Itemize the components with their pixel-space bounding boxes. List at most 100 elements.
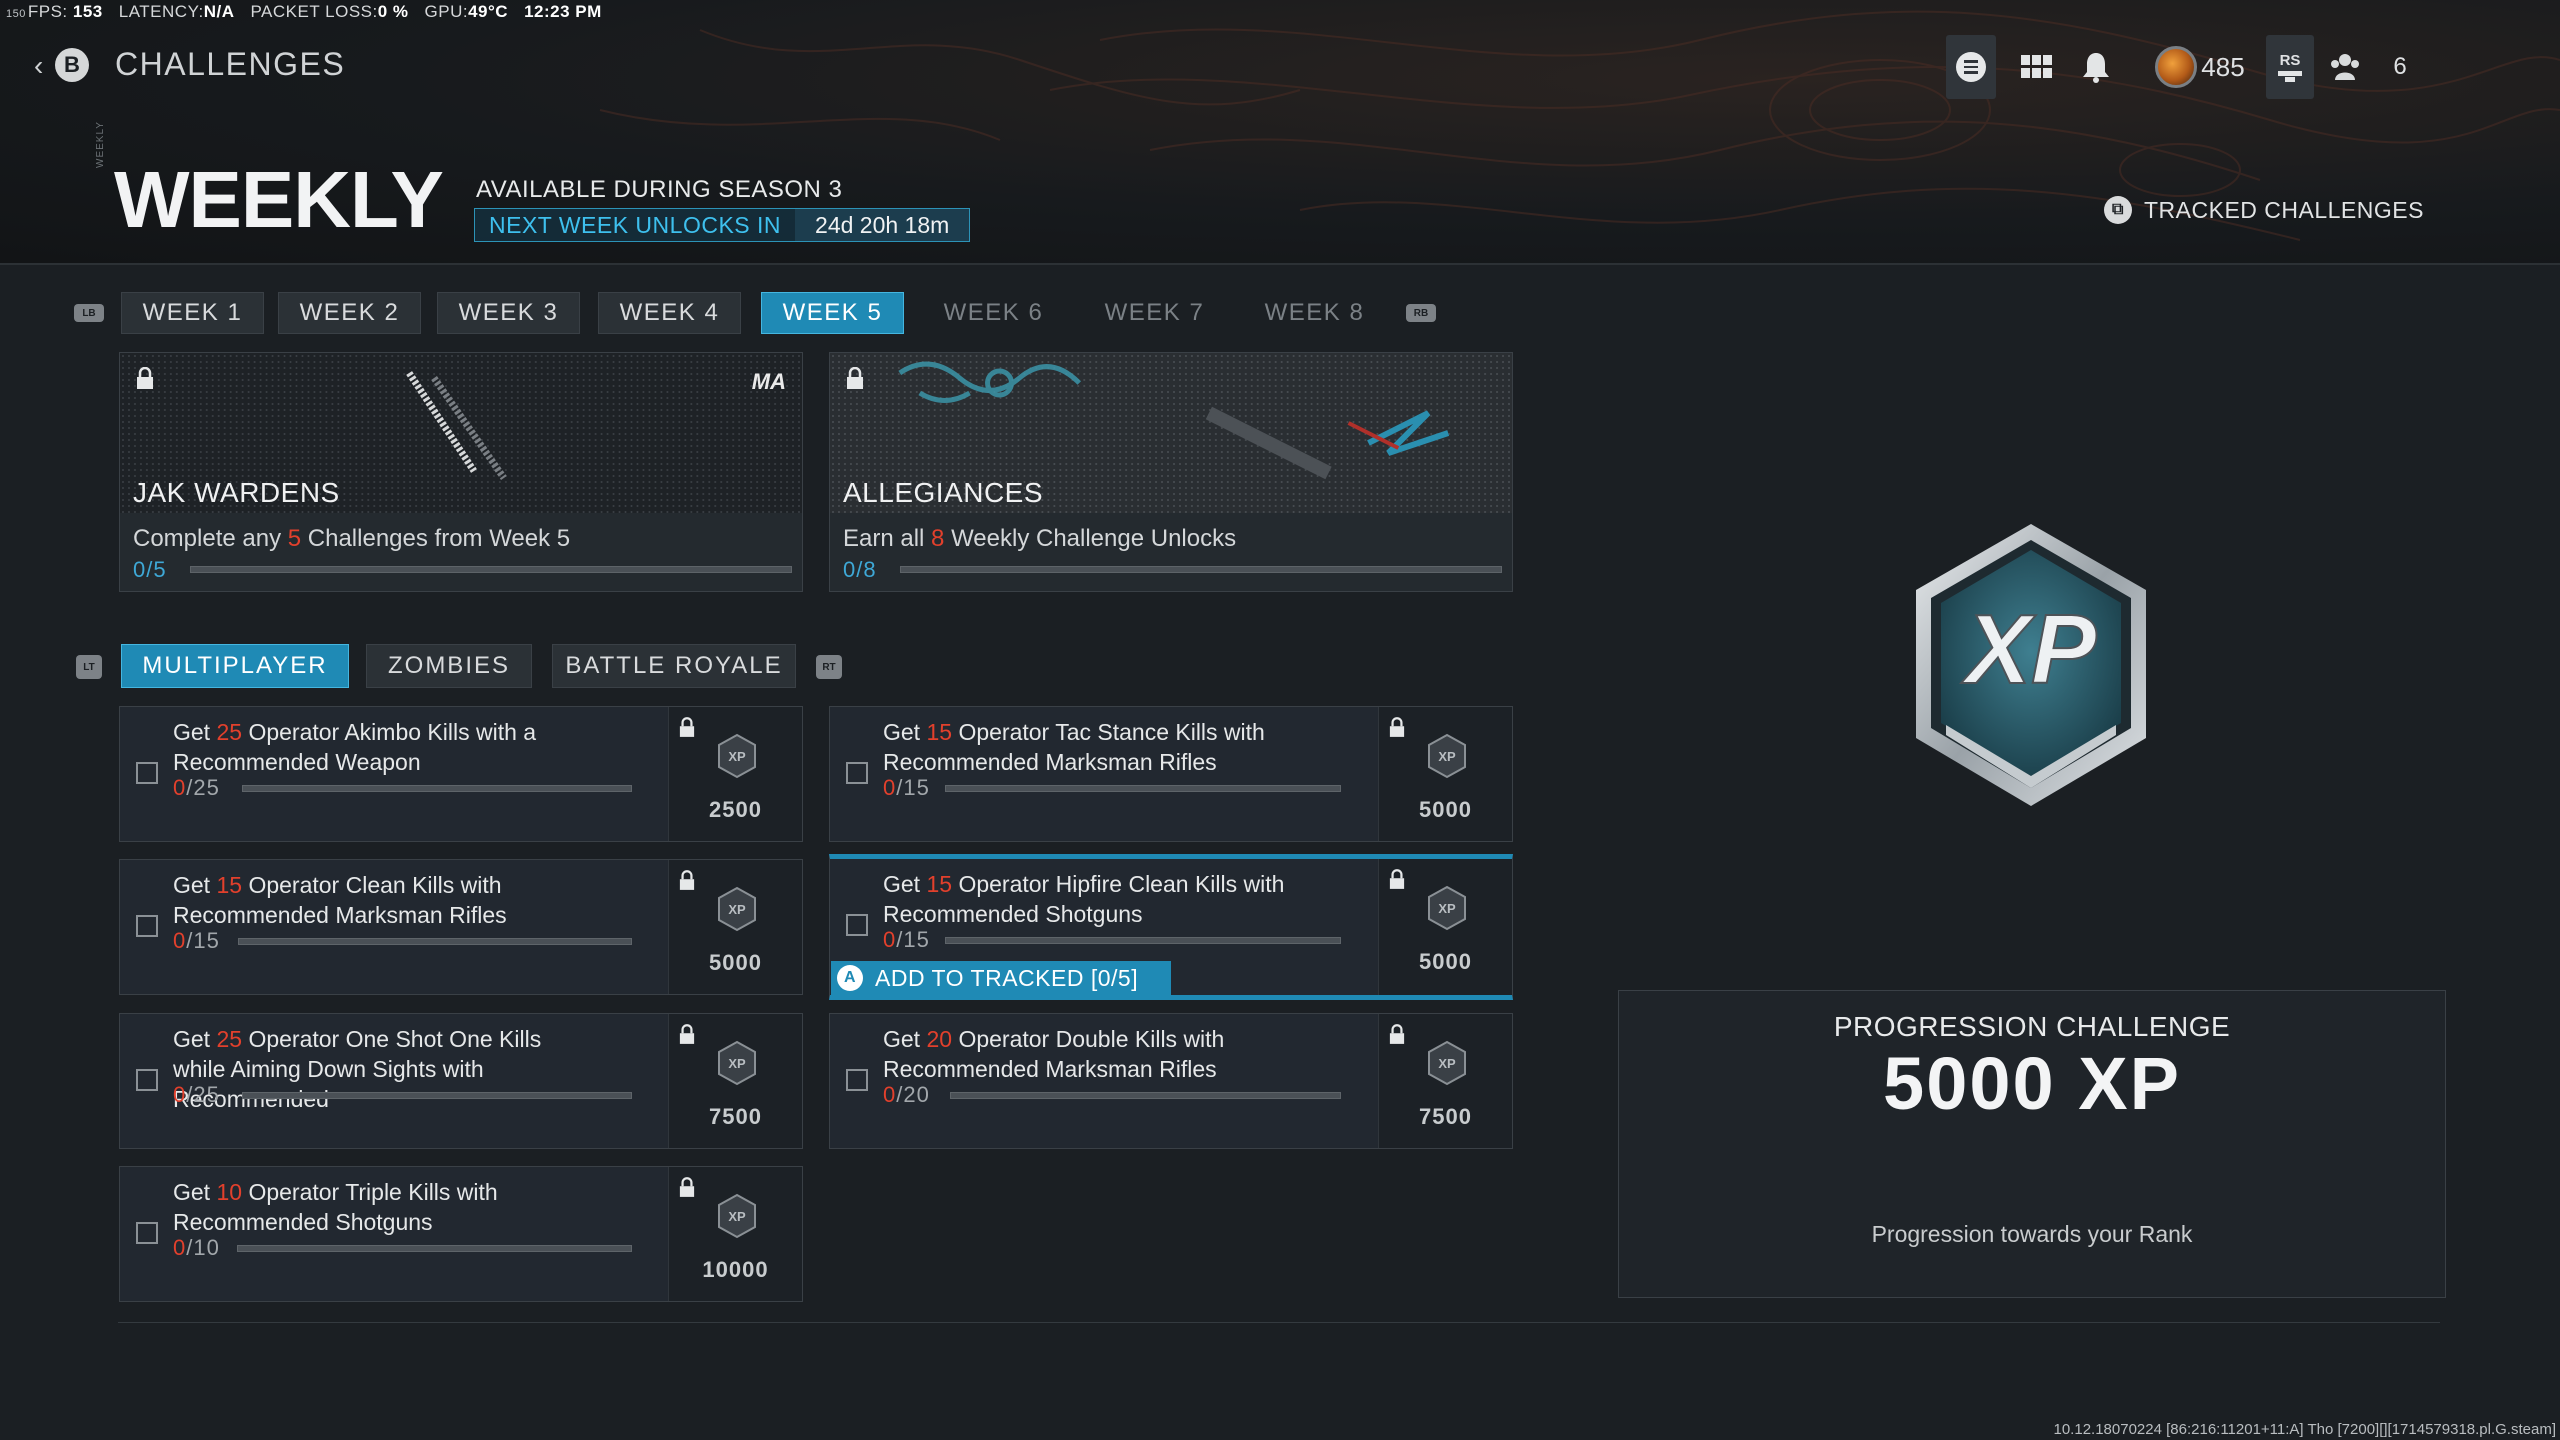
xp-badge-icon: XP [718, 733, 756, 779]
track-checkbox[interactable] [846, 1069, 868, 1091]
side-label: WEEKLY [95, 121, 106, 168]
add-to-tracked-label: ADD TO TRACKED [0/5] [875, 964, 1139, 991]
challenge-progress-bar [945, 937, 1341, 944]
challenge-progress-text: 0/20 [883, 1082, 930, 1107]
add-to-tracked-button[interactable]: A ADD TO TRACKED [0/5] [831, 961, 1171, 995]
tab-multiplayer[interactable]: MULTIPLAYER [121, 644, 349, 688]
challenge-progress-text: 0/15 [883, 775, 930, 800]
lock-icon [1389, 717, 1405, 737]
lock-icon [679, 1177, 695, 1197]
xp-emblem-icon: XP [1916, 524, 2146, 806]
progression-title: PROGRESSION CHALLENGE [1833, 1011, 2231, 1042]
rt-trigger-icon[interactable]: RT [816, 655, 842, 679]
xp-badge-icon: XP [718, 886, 756, 932]
track-checkbox[interactable] [136, 1069, 158, 1091]
lock-icon [1389, 1024, 1405, 1044]
currency-amount: 485 [2201, 51, 2245, 82]
reward-progress-text: 0/5 [133, 557, 167, 582]
challenge-progress-text: 0/15 [883, 927, 930, 952]
challenge-card[interactable]: Get 25 Operator Akimbo Kills with a Reco… [119, 706, 803, 842]
challenge-progress-bar [945, 785, 1341, 792]
xp-badge-icon: XP [1428, 733, 1466, 779]
back-chevron-icon[interactable]: ‹ [34, 50, 43, 82]
lock-icon [679, 1024, 695, 1044]
rs-icon[interactable]: RS [2266, 35, 2314, 99]
track-checkbox[interactable] [846, 762, 868, 784]
emblem-text: XP [1961, 594, 2097, 704]
grid-icon[interactable] [2015, 35, 2059, 99]
track-checkbox[interactable] [136, 1222, 158, 1244]
lock-icon [137, 367, 153, 389]
svg-text:XP: XP [728, 749, 746, 764]
challenge-progress-bar [237, 1245, 632, 1252]
xp-reward-value: 7500 [709, 1104, 762, 1129]
challenge-reward: XP 5000 [668, 860, 802, 994]
tracked-challenges-button[interactable]: ⧉ TRACKED CHALLENGES [2104, 196, 2424, 224]
lock-icon [847, 367, 863, 389]
reward-card-jak-wardens[interactable]: MA JAK WARDENS Complete any 5 Challenges… [119, 352, 803, 592]
challenge-card[interactable]: Get 25 Operator One Shot One Kills while… [119, 1013, 803, 1149]
rb-bumper-icon[interactable]: RB [1406, 304, 1436, 322]
lb-bumper-icon[interactable]: LB [74, 304, 104, 322]
reward-progress-bar [190, 566, 792, 573]
friends-icon[interactable] [2322, 35, 2368, 99]
gpu-value: 49°C [468, 2, 509, 21]
packet-loss-label: PACKET LOSS: [250, 2, 378, 21]
challenge-reward: XP 5000 [1378, 707, 1512, 841]
availability-text: AVAILABLE DURING SEASON 3 [476, 176, 843, 203]
lt-trigger-icon[interactable]: LT [76, 655, 102, 679]
challenge-description: Get 10 Operator Triple Kills with Recomm… [173, 1179, 498, 1235]
fps-value: 153 [72, 2, 103, 21]
challenge-description: Get 25 Operator One Shot One Kills while… [173, 1026, 542, 1112]
xp-reward-value: 7500 [1419, 1104, 1472, 1129]
page-title: CHALLENGES [115, 46, 346, 82]
challenge-card[interactable]: Get 15 Operator Clean Kills with Recomme… [119, 859, 803, 995]
performance-overlay: 150 FPS: 153 LATENCY:N/A PACKET LOSS:0 % GPU… [6, 2, 618, 22]
track-checkbox[interactable] [136, 915, 158, 937]
svg-text:XP: XP [728, 1209, 746, 1224]
challenge-card[interactable]: Get 20 Operator Double Kills with Recomm… [829, 1013, 1513, 1149]
reward-description: Earn all 8 Weekly Challenge Unlocks [843, 525, 1237, 552]
svg-text:XP: XP [1438, 749, 1456, 764]
tab-week-1[interactable]: WEEK 1 [121, 292, 264, 334]
menu-icon[interactable] [1946, 35, 1996, 99]
challenge-progress-text: 0/10 [173, 1235, 220, 1260]
track-checkbox[interactable] [136, 762, 158, 784]
challenge-progress-bar [242, 1092, 632, 1099]
challenge-progress-bar [238, 938, 632, 945]
fps-small: 150 [6, 8, 26, 20]
xp-badge-icon: XP [1428, 1040, 1466, 1086]
reward-card-allegiances[interactable]: ALLEGIANCES Earn all 8 Weekly Challenge … [829, 352, 1513, 592]
tab-week-7[interactable]: WEEK 7 [1083, 292, 1226, 334]
tab-week-2[interactable]: WEEK 2 [278, 292, 421, 334]
tab-battle-royale[interactable]: BATTLE ROYALE [552, 644, 796, 688]
bell-icon[interactable] [2076, 35, 2116, 99]
challenge-description: Get 15 Operator Clean Kills with Recomme… [173, 872, 507, 928]
progression-description: Progression towards your Rank [1871, 1221, 2193, 1247]
track-checkbox[interactable] [846, 914, 868, 936]
tab-week-6[interactable]: WEEK 6 [922, 292, 1065, 334]
rs-label: RS [2279, 51, 2301, 69]
tab-week-3[interactable]: WEEK 3 [437, 292, 580, 334]
challenge-card[interactable]: Get 15 Operator Tac Stance Kills with Re… [829, 706, 1513, 842]
tracked-icon: ⧉ [2104, 196, 2132, 224]
challenge-card[interactable]: Get 10 Operator Triple Kills with Recomm… [119, 1166, 803, 1302]
latency-label: LATENCY: [118, 2, 204, 21]
svg-text:XP: XP [1438, 901, 1456, 916]
back-button-icon[interactable]: B [55, 48, 89, 82]
currency-display[interactable]: 485 [2140, 35, 2260, 99]
challenge-progress-text: 0/15 [173, 928, 220, 953]
divider [118, 1322, 2440, 1323]
xp-reward-value: 5000 [1419, 949, 1472, 974]
unlock-label: NEXT WEEK UNLOCKS IN [489, 211, 782, 238]
tab-week-5[interactable]: WEEK 5 [761, 292, 904, 334]
tab-week-8[interactable]: WEEK 8 [1243, 292, 1386, 334]
clock-time: 12:23 PM [524, 2, 602, 21]
challenge-description: Get 20 Operator Double Kills with Recomm… [883, 1026, 1225, 1082]
reward-progress-bar [900, 566, 1502, 573]
tab-zombies[interactable]: ZOMBIES [366, 644, 532, 688]
svg-text:XP: XP [728, 902, 746, 917]
challenge-reward: XP 7500 [1378, 1014, 1512, 1148]
xp-reward-value: 5000 [709, 950, 762, 975]
tab-week-4[interactable]: WEEK 4 [598, 292, 741, 334]
